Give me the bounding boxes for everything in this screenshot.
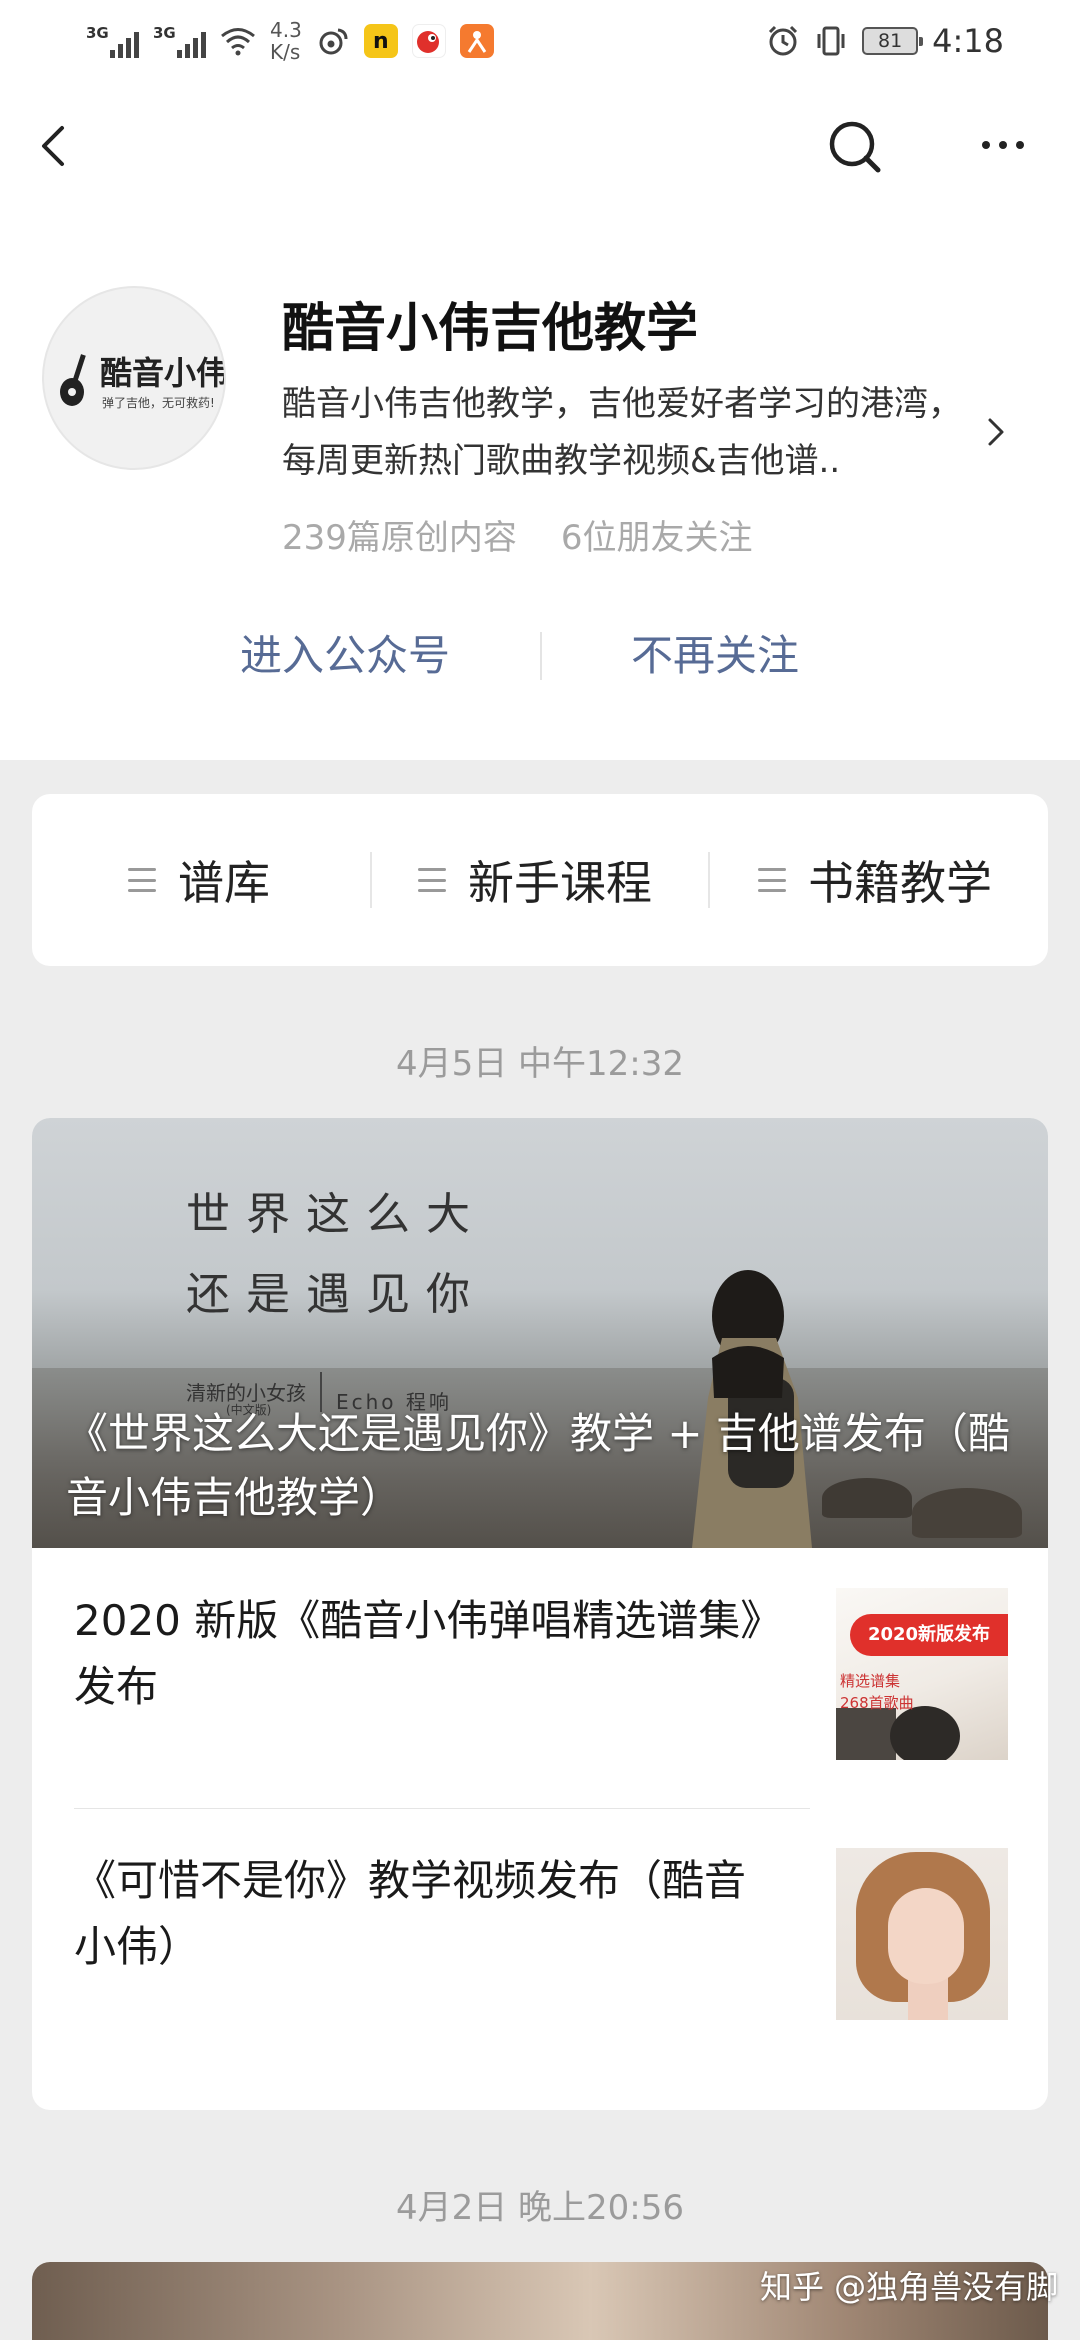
app-notification-icon: n: [363, 24, 398, 58]
speed-value: 4.3: [270, 18, 302, 42]
unfollow-button[interactable]: 不再关注: [600, 620, 830, 692]
account-actions: 进入公众号 不再关注: [0, 620, 1080, 692]
divider: [370, 852, 372, 908]
wifi-icon: [221, 28, 255, 56]
avatar-slogan: 弹了吉他，无可救药!: [102, 396, 215, 410]
avatar[interactable]: 酷音小伟 弹了吉他，无可救药!: [42, 286, 226, 470]
menu-item-book-teaching[interactable]: 书籍教学: [758, 794, 992, 966]
network-type-label-2: 3G: [153, 24, 176, 42]
menu-item-beginner-course[interactable]: 新手课程: [418, 794, 652, 966]
app-icon-letter: n: [372, 28, 389, 54]
chevron-right-icon[interactable]: [984, 414, 1008, 450]
list-item[interactable]: 2020 新版《酷音小伟弹唱精选谱集》发布 2020新版发布 精选谱集 268首…: [74, 1588, 1008, 1768]
clock: 4:18: [932, 22, 1004, 60]
network-type-label: 3G: [86, 24, 109, 42]
avatar-logo-text: 酷音小伟: [100, 354, 226, 392]
article-thumbnail: 2020新版发布 精选谱集 268首歌曲: [836, 1588, 1008, 1760]
account-name: 酷音小伟吉他教学: [282, 299, 699, 359]
featured-article[interactable]: 世界这么大 还是遇见你 清新的小女孩 (中文版) Echo 程响 《世界这么大还…: [32, 1118, 1048, 1548]
app-bird-icon: [411, 24, 446, 58]
back-arrow-icon[interactable]: [30, 110, 90, 180]
thumb-face: [888, 1888, 964, 1984]
article-thumbnail: [836, 1848, 1008, 2020]
alarm-icon: [769, 25, 798, 56]
article-title: 2020 新版《酷音小伟弹唱精选谱集》发布: [74, 1596, 762, 1711]
thumbnail-text: 精选谱集: [840, 1672, 901, 1690]
vibrate-icon: [817, 26, 845, 56]
thumb-cup: [890, 1706, 960, 1760]
menu-item-label: 谱库: [178, 856, 270, 910]
hamburger-icon: [418, 868, 446, 892]
battery-level: 81: [878, 30, 903, 52]
original-count: 239篇原创内容: [282, 518, 517, 558]
message-date: 4月5日 中午12:32: [395, 1044, 685, 1084]
divider: [708, 852, 710, 908]
status-bar: 3G 3G 4.3 K/s n 81 4:18: [0, 0, 1080, 80]
signal-icon: 3G: [86, 24, 139, 58]
hero-text-line2: 还是遇见你: [186, 1269, 486, 1320]
list-item[interactable]: 《可惜不是你》教学视频发布（酷音小伟）: [74, 1848, 1008, 2028]
menu-item-score-library[interactable]: 谱库: [128, 794, 270, 966]
message-date: 4月2日 晚上20:56: [395, 2188, 685, 2228]
friends-following[interactable]: 6位朋友关注: [561, 510, 753, 559]
hero-text-line1: 世界这么大: [186, 1189, 486, 1240]
divider: [540, 632, 542, 680]
thumbnail-text: 268首歌曲: [840, 1694, 914, 1712]
battery-icon: 81: [862, 27, 924, 55]
weibo-icon: [319, 28, 348, 55]
watermark: 知乎 @独角兽没有脚: [760, 2268, 1059, 2306]
thumb-disc: [836, 1708, 896, 1760]
menu-item-label: 新手课程: [468, 856, 652, 910]
menu-item-label: 书籍教学: [808, 856, 992, 910]
signal-icon-2: 3G: [153, 24, 206, 58]
speed-unit: K/s: [270, 40, 301, 64]
network-speed: 4.3 K/s: [270, 19, 302, 63]
hamburger-icon: [758, 868, 786, 892]
enter-account-button[interactable]: 进入公众号: [200, 620, 490, 692]
thumbnail-tag: 2020新版发布: [850, 1614, 1008, 1656]
featured-article-title: 《世界这么大还是遇见你》教学 + 吉他谱发布（酷音小伟吉他教学）: [66, 1409, 1010, 1522]
menu-bar: 谱库 新手课程 书籍教学: [32, 794, 1048, 966]
search-icon[interactable]: [820, 110, 890, 180]
app-person-icon: [459, 24, 494, 58]
article-card: 世界这么大 还是遇见你 清新的小女孩 (中文版) Echo 程响 《世界这么大还…: [32, 1118, 1048, 2110]
account-description[interactable]: 酷音小伟吉他教学，吉他爱好者学习的港湾，每周更新热门歌曲教学视频&吉他谱..: [282, 376, 982, 490]
status-left: 3G 3G 4.3 K/s n: [86, 16, 494, 66]
status-right: 81 4:18: [766, 16, 1004, 66]
account-stats: 239篇原创内容 6位朋友关注: [282, 510, 753, 559]
more-icon[interactable]: [968, 110, 1038, 180]
hamburger-icon: [128, 868, 156, 892]
article-title: 《可惜不是你》教学视频发布（酷音小伟）: [74, 1856, 747, 1971]
divider: [74, 1808, 810, 1809]
guitar-icon: [60, 354, 86, 406]
